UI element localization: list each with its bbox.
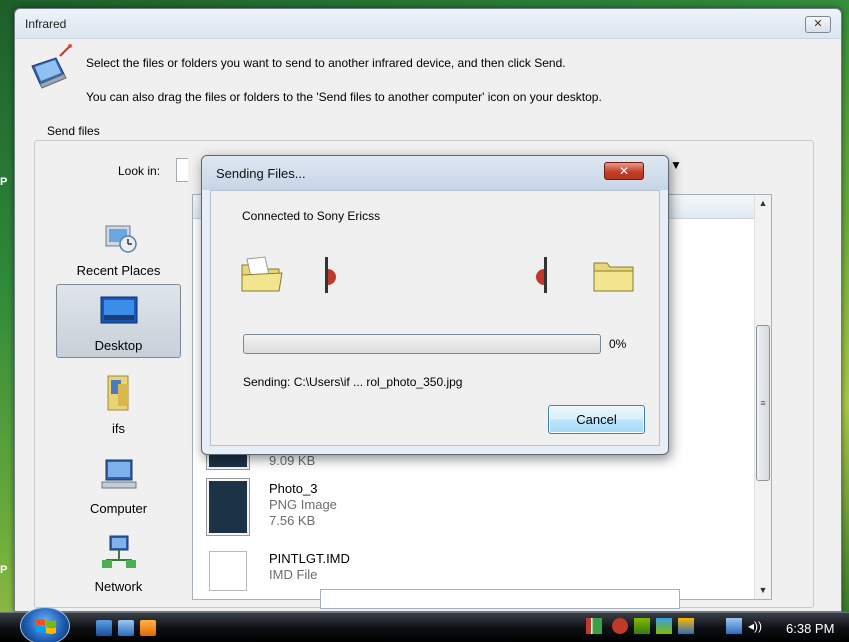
infrared-laptop-icon — [31, 44, 72, 89]
volume-icon[interactable]: ◂)) — [748, 618, 764, 634]
bluetooth-device-icon[interactable] — [678, 618, 694, 634]
place-label: Recent Places — [76, 263, 161, 278]
place-ifs[interactable]: ifs — [56, 368, 181, 442]
group-label: Send files — [44, 124, 103, 138]
windows-logo-icon — [36, 619, 56, 634]
dialog-title-bar[interactable]: Sending Files... ✕ — [202, 156, 668, 190]
file-type: IMD File — [269, 567, 318, 582]
place-label: Network — [94, 579, 143, 594]
instruction-text-secondary: You can also drag the files or folders t… — [86, 90, 602, 104]
recent-places-icon — [105, 225, 137, 253]
close-button[interactable]: ✕ — [604, 162, 644, 180]
list-item[interactable]: Photo_3 PNG Image 7.56 KB — [269, 481, 337, 529]
title-bar[interactable]: Infrared ✕ — [15, 9, 841, 39]
taskbar-clock[interactable]: 6:38 PM — [786, 621, 834, 636]
computer-icon — [101, 459, 136, 489]
place-network[interactable]: Network — [56, 526, 181, 600]
progress-percent: 0% — [609, 337, 627, 351]
infrared-receiver-icon — [536, 257, 547, 293]
image-thumbnail[interactable] — [207, 479, 249, 535]
place-desktop[interactable]: Desktop — [56, 284, 181, 358]
security-alert-icon[interactable] — [612, 618, 628, 634]
network-status-icon[interactable] — [726, 618, 742, 634]
dialog-body: Connected to Sony Ericss 0% Sending: C:\… — [210, 190, 660, 446]
desktop-icon — [100, 296, 137, 324]
infrared-tray-icon[interactable] — [586, 618, 602, 634]
list-item[interactable]: PINTLGT.IMD IMD File — [269, 551, 350, 591]
look-in-label: Look in: — [118, 164, 161, 178]
scroll-up-icon[interactable]: ▲ — [755, 195, 771, 212]
document-icon[interactable] — [209, 551, 247, 591]
sync-center-icon[interactable] — [656, 618, 672, 634]
file-size: 9.09 KB — [269, 453, 316, 468]
place-label: ifs — [112, 421, 125, 436]
desktop-edge-label: P — [0, 564, 8, 576]
close-button[interactable]: ✕ — [805, 16, 831, 33]
network-icon — [101, 535, 136, 568]
place-recent-places[interactable]: Recent Places — [56, 210, 181, 284]
open-folder-icon — [241, 256, 283, 292]
chevron-down-icon[interactable]: ▼ — [670, 158, 682, 172]
place-label: Computer — [89, 501, 148, 516]
file-name-field[interactable] — [320, 589, 680, 609]
file-name: PINTLGT.IMD — [269, 551, 350, 566]
infrared-transmitter-icon — [325, 257, 336, 293]
media-player-icon[interactable] — [140, 620, 156, 636]
dialog-title: Sending Files... — [216, 166, 306, 181]
taskbar: ◂)) 6:38 PM — [0, 607, 849, 642]
place-label: Desktop — [94, 338, 143, 353]
file-name: Photo_3 — [269, 481, 318, 496]
list-item[interactable]: 9.09 KB — [269, 453, 315, 469]
cancel-button[interactable]: Cancel — [548, 405, 645, 434]
desktop-edge-label: P — [0, 176, 8, 188]
places-bar: Recent Places Desktop ifs Computer Netwo… — [56, 194, 181, 604]
folder-icon — [593, 262, 634, 292]
vertical-scrollbar[interactable]: ▲ ≡ ▼ — [754, 195, 771, 599]
progress-bar — [243, 334, 601, 354]
scroll-down-icon[interactable]: ▼ — [755, 582, 771, 599]
connection-status: Connected to Sony Ericss — [242, 209, 381, 223]
user-folder-icon — [107, 375, 128, 411]
file-size: 7.56 KB — [269, 513, 316, 528]
start-button[interactable] — [20, 607, 70, 642]
window-title: Infrared — [25, 17, 67, 31]
switch-windows-icon[interactable] — [118, 620, 134, 636]
look-in-combo[interactable] — [176, 158, 188, 182]
sending-status: Sending: C:\Users\if ... rol_photo_350.j… — [243, 375, 463, 389]
instruction-text: Select the files or folders you want to … — [86, 56, 566, 70]
scrollbar-thumb[interactable]: ≡ — [756, 325, 770, 481]
sending-files-dialog: Sending Files... ✕ Connected to Sony Eri… — [201, 155, 669, 455]
place-computer[interactable]: Computer — [56, 448, 181, 522]
safely-remove-hardware-icon[interactable] — [634, 618, 650, 634]
show-desktop-icon[interactable] — [96, 620, 112, 636]
file-type: PNG Image — [269, 497, 337, 512]
